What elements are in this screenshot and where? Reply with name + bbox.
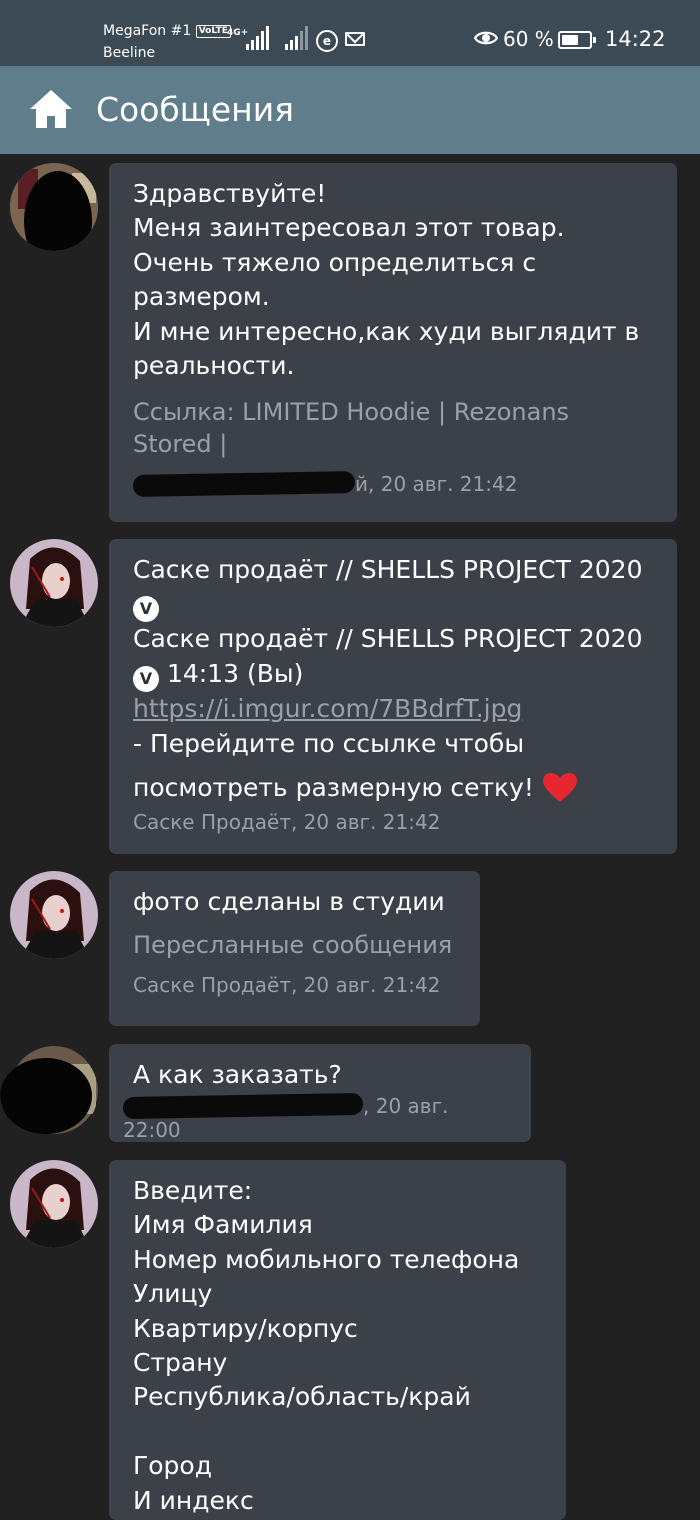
message-bubble[interactable]: А как заказать? , 20 авг. 22:00 xyxy=(109,1044,531,1142)
message-bubble[interactable]: Саске продаёт // SHELLS PROJECT 2020 V С… xyxy=(109,539,677,854)
link-attachment[interactable]: Ссылка: LIMITED Hoodie | Rezonans Stored… xyxy=(133,396,653,460)
battery-icon xyxy=(558,31,596,49)
message-bubble[interactable]: Здравствуйте! Меня заинтересовал этот то… xyxy=(109,163,677,522)
sender-suffix: й xyxy=(355,472,368,497)
imgur-link[interactable]: https://i.imgur.com/7BBdrfT.jpg xyxy=(133,692,653,726)
message-meta: , 20 авг. 22:00 xyxy=(122,1093,507,1142)
verified-icon: V xyxy=(133,665,159,692)
avatar[interactable] xyxy=(10,1160,98,1248)
message-bubble[interactable]: Введите: Имя Фамилия Номер мобильного те… xyxy=(109,1160,566,1520)
page-title: Сообщения xyxy=(96,90,295,129)
message-text: Введите: Имя Фамилия Номер мобильного те… xyxy=(133,1176,520,1515)
message-text: А как заказать? xyxy=(133,1060,342,1089)
carrier-info: MegaFon #1 VoLTE Beeline xyxy=(103,20,231,64)
redacted-sender xyxy=(122,1093,364,1120)
message-bubble[interactable]: фото сделаны в студии Пересланные сообще… xyxy=(109,871,480,1026)
status-clock: 14:22 xyxy=(605,27,666,51)
avatar[interactable] xyxy=(10,871,98,959)
message-text: Здравствуйте! Меня заинтересовал этот то… xyxy=(133,179,640,381)
message-meta: Саске Продаёт, 20 авг. 21:42 xyxy=(133,973,456,997)
message-sender: Саске Продаёт xyxy=(133,973,291,998)
status-bar: MegaFon #1 VoLTE Beeline 4G+ e 60 % 14:2… xyxy=(0,0,700,66)
eye-icon xyxy=(474,31,498,45)
avatar[interactable] xyxy=(0,1044,98,1140)
redacted-sender xyxy=(132,471,356,498)
message-meta: й, 20 авг. 21:42 xyxy=(132,471,653,498)
carrier-2: Beeline xyxy=(103,45,156,61)
message-sender: Саске Продаёт xyxy=(133,810,291,835)
product-title: Саске продаёт // SHELLS PROJECT 2020 V xyxy=(133,553,653,623)
message-text: фото сделаны в студии xyxy=(133,887,445,916)
e-icon: e xyxy=(316,30,338,52)
avatar[interactable] xyxy=(10,539,98,627)
message-datetime: , 20 авг. 21:42 xyxy=(290,810,441,835)
app-bar: Сообщения xyxy=(0,66,700,154)
avatar[interactable] xyxy=(10,163,98,251)
mail-icon xyxy=(345,32,365,46)
forwarded-messages[interactable]: Пересланные сообщения xyxy=(133,929,456,961)
product-title-text: Саске продаёт // SHELLS PROJECT 2020 xyxy=(133,555,643,584)
message-text: - Перейдите по ссылке чтобы посмотреть р… xyxy=(133,722,653,810)
heart-icon xyxy=(542,773,577,803)
product-title-2: Саске продаёт // SHELLS PROJECT 2020 V 1… xyxy=(133,622,653,692)
carrier-1: MegaFon #1 xyxy=(103,23,192,39)
battery-fill xyxy=(562,35,578,45)
product-title-text: Саске продаёт // SHELLS PROJECT 2020 xyxy=(133,624,643,654)
verified-icon: V xyxy=(133,596,159,623)
home-icon[interactable] xyxy=(28,88,74,130)
message-datetime: , 20 авг. 21:42 xyxy=(290,973,441,998)
message-datetime: , 20 авг. 21:42 xyxy=(368,472,518,497)
message-time-you: 14:13 (Вы) xyxy=(159,658,304,688)
signal-icon xyxy=(246,26,288,50)
message-meta: Саске Продаёт, 20 авг. 21:42 xyxy=(133,810,653,834)
battery-percent: 60 % xyxy=(503,27,554,51)
volte-badge: VoLTE xyxy=(195,25,231,38)
message-text-content: - Перейдите по ссылке чтобы посмотреть р… xyxy=(133,729,534,803)
